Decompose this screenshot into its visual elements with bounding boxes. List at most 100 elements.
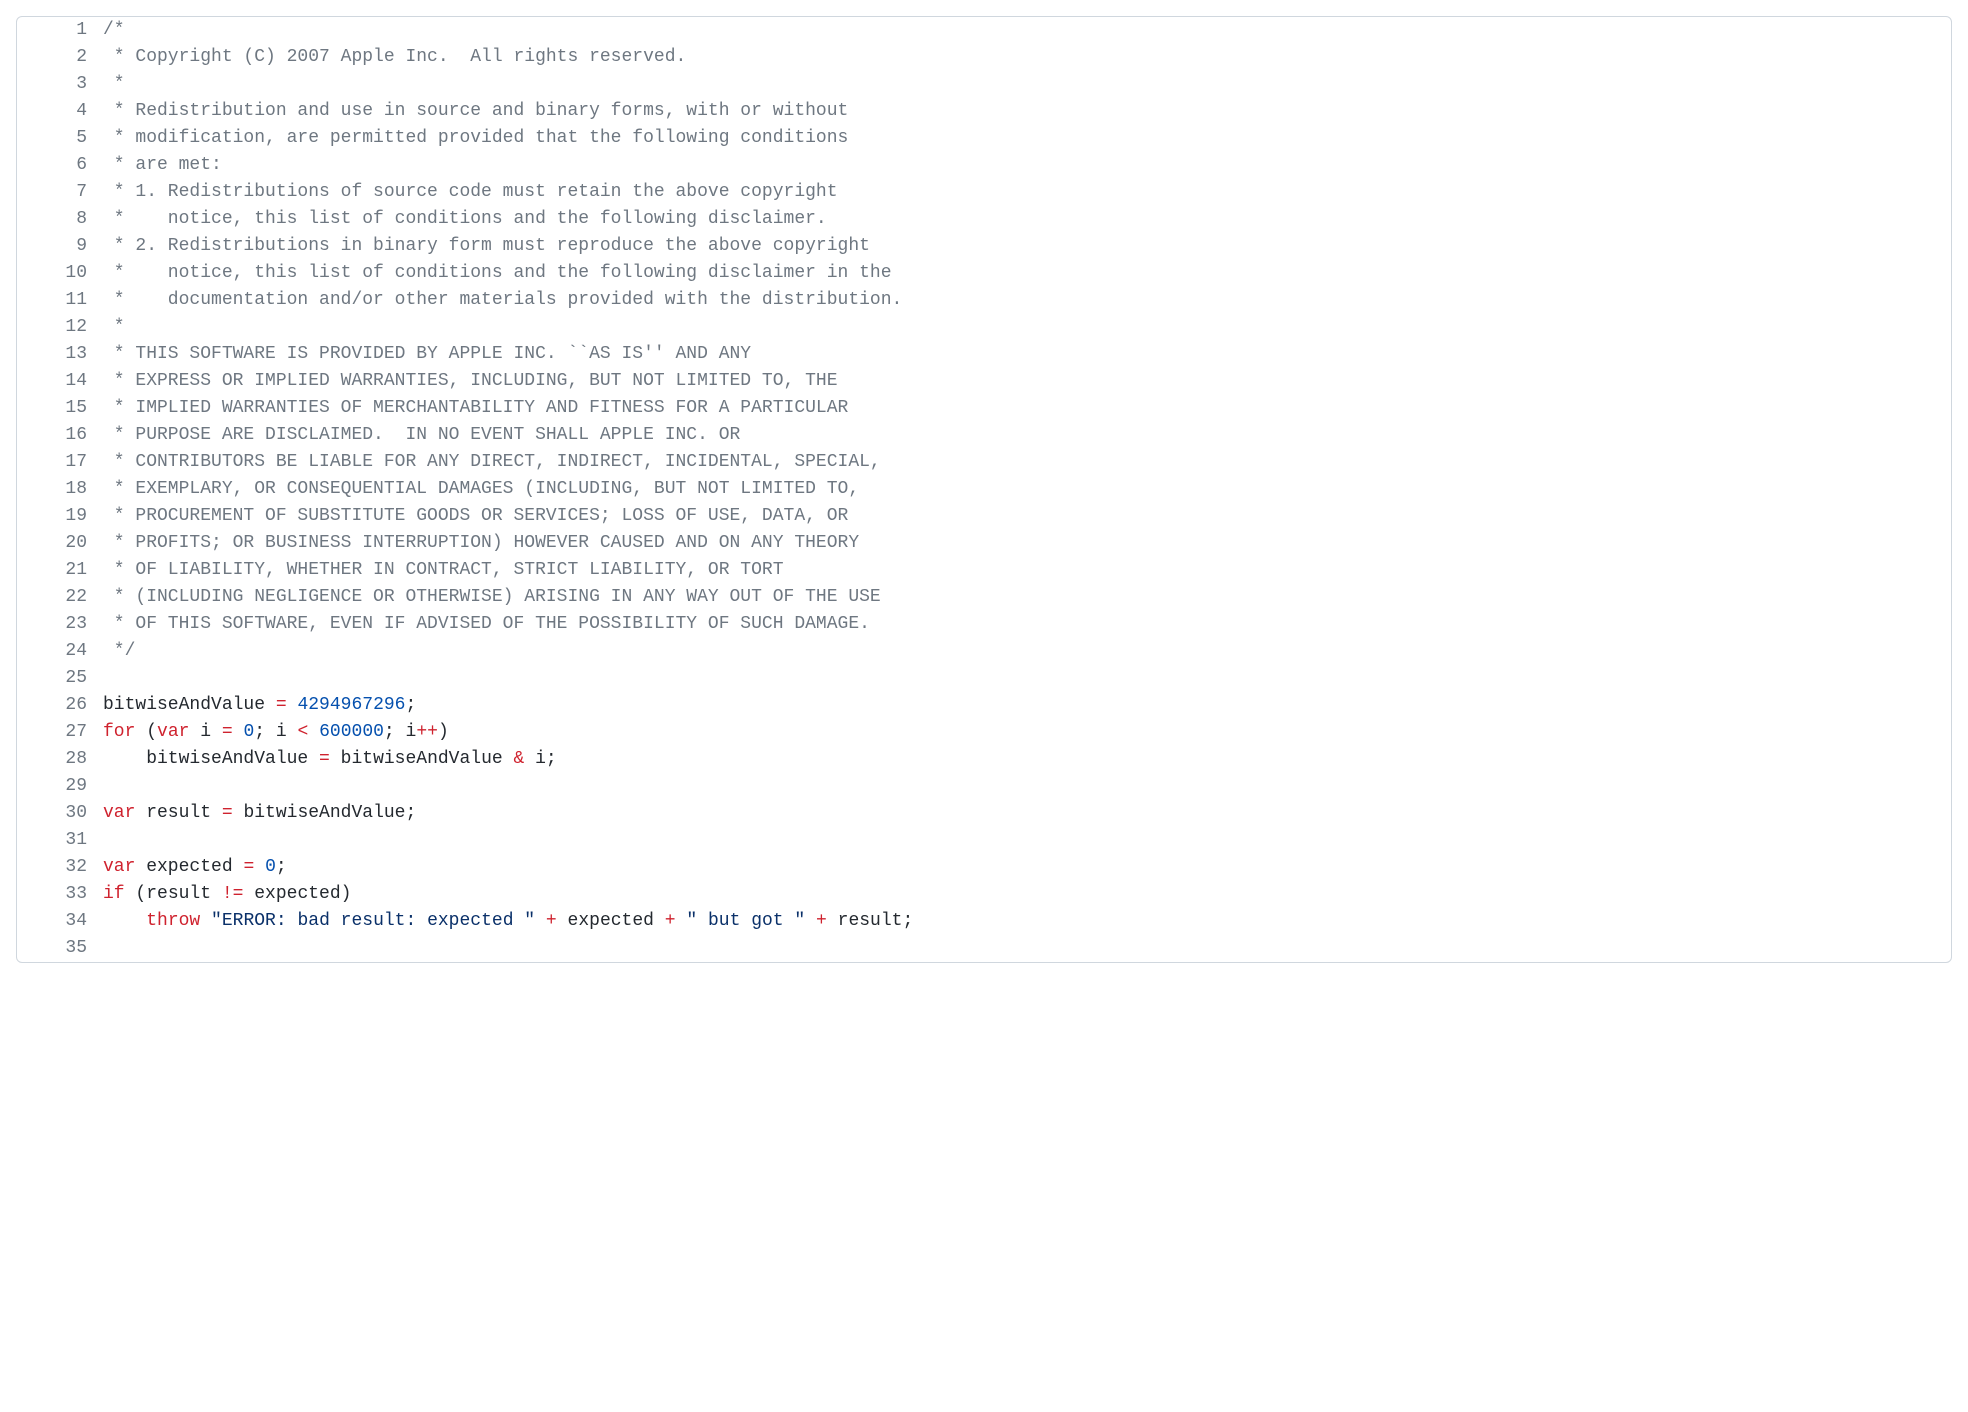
- line-content[interactable]: var expected = 0;: [103, 854, 1951, 881]
- code-line[interactable]: 28 bitwiseAndValue = bitwiseAndValue & i…: [17, 746, 1951, 773]
- code-line[interactable]: 26bitwiseAndValue = 4294967296;: [17, 692, 1951, 719]
- line-number[interactable]: 14: [17, 368, 103, 395]
- line-number[interactable]: 25: [17, 665, 103, 692]
- line-content[interactable]: if (result != expected): [103, 881, 1951, 908]
- line-content[interactable]: * documentation and/or other materials p…: [103, 287, 1951, 314]
- line-number[interactable]: 30: [17, 800, 103, 827]
- code-line[interactable]: 31: [17, 827, 1951, 854]
- code-line[interactable]: 4 * Redistribution and use in source and…: [17, 98, 1951, 125]
- line-number[interactable]: 6: [17, 152, 103, 179]
- line-content[interactable]: * Redistribution and use in source and b…: [103, 98, 1951, 125]
- line-content[interactable]: [103, 665, 1951, 692]
- line-number[interactable]: 28: [17, 746, 103, 773]
- code-line[interactable]: 21 * OF LIABILITY, WHETHER IN CONTRACT, …: [17, 557, 1951, 584]
- line-content[interactable]: * THIS SOFTWARE IS PROVIDED BY APPLE INC…: [103, 341, 1951, 368]
- code-line[interactable]: 24 */: [17, 638, 1951, 665]
- code-line[interactable]: 11 * documentation and/or other material…: [17, 287, 1951, 314]
- line-content[interactable]: * 2. Redistributions in binary form must…: [103, 233, 1951, 260]
- line-content[interactable]: * OF LIABILITY, WHETHER IN CONTRACT, STR…: [103, 557, 1951, 584]
- line-content[interactable]: throw "ERROR: bad result: expected " + e…: [103, 908, 1951, 935]
- line-content[interactable]: * 1. Redistributions of source code must…: [103, 179, 1951, 206]
- line-number[interactable]: 7: [17, 179, 103, 206]
- line-number[interactable]: 17: [17, 449, 103, 476]
- code-line[interactable]: 14 * EXPRESS OR IMPLIED WARRANTIES, INCL…: [17, 368, 1951, 395]
- line-number[interactable]: 33: [17, 881, 103, 908]
- code-line[interactable]: 7 * 1. Redistributions of source code mu…: [17, 179, 1951, 206]
- line-content[interactable]: *: [103, 71, 1951, 98]
- line-number[interactable]: 32: [17, 854, 103, 881]
- code-line[interactable]: 8 * notice, this list of conditions and …: [17, 206, 1951, 233]
- line-number[interactable]: 20: [17, 530, 103, 557]
- line-number[interactable]: 11: [17, 287, 103, 314]
- code-line[interactable]: 32var expected = 0;: [17, 854, 1951, 881]
- code-line[interactable]: 27for (var i = 0; i < 600000; i++): [17, 719, 1951, 746]
- code-line[interactable]: 35: [17, 935, 1951, 962]
- line-content[interactable]: bitwiseAndValue = bitwiseAndValue & i;: [103, 746, 1951, 773]
- line-content[interactable]: * CONTRIBUTORS BE LIABLE FOR ANY DIRECT,…: [103, 449, 1951, 476]
- line-content[interactable]: bitwiseAndValue = 4294967296;: [103, 692, 1951, 719]
- line-number[interactable]: 1: [17, 17, 103, 44]
- line-number[interactable]: 10: [17, 260, 103, 287]
- code-line[interactable]: 1/*: [17, 17, 1951, 44]
- line-content[interactable]: * modification, are permitted provided t…: [103, 125, 1951, 152]
- line-content[interactable]: */: [103, 638, 1951, 665]
- line-content[interactable]: * notice, this list of conditions and th…: [103, 260, 1951, 287]
- code-line[interactable]: 23 * OF THIS SOFTWARE, EVEN IF ADVISED O…: [17, 611, 1951, 638]
- code-line[interactable]: 17 * CONTRIBUTORS BE LIABLE FOR ANY DIRE…: [17, 449, 1951, 476]
- code-line[interactable]: 20 * PROFITS; OR BUSINESS INTERRUPTION) …: [17, 530, 1951, 557]
- line-content[interactable]: for (var i = 0; i < 600000; i++): [103, 719, 1951, 746]
- line-number[interactable]: 4: [17, 98, 103, 125]
- line-number[interactable]: 34: [17, 908, 103, 935]
- line-number[interactable]: 3: [17, 71, 103, 98]
- code-line[interactable]: 33if (result != expected): [17, 881, 1951, 908]
- code-line[interactable]: 10 * notice, this list of conditions and…: [17, 260, 1951, 287]
- line-content[interactable]: * EXPRESS OR IMPLIED WARRANTIES, INCLUDI…: [103, 368, 1951, 395]
- line-number[interactable]: 18: [17, 476, 103, 503]
- code-line[interactable]: 2 * Copyright (C) 2007 Apple Inc. All ri…: [17, 44, 1951, 71]
- code-line[interactable]: 29: [17, 773, 1951, 800]
- line-content[interactable]: * notice, this list of conditions and th…: [103, 206, 1951, 233]
- line-content[interactable]: * (INCLUDING NEGLIGENCE OR OTHERWISE) AR…: [103, 584, 1951, 611]
- code-line[interactable]: 34 throw "ERROR: bad result: expected " …: [17, 908, 1951, 935]
- code-line[interactable]: 6 * are met:: [17, 152, 1951, 179]
- code-line[interactable]: 18 * EXEMPLARY, OR CONSEQUENTIAL DAMAGES…: [17, 476, 1951, 503]
- line-number[interactable]: 22: [17, 584, 103, 611]
- line-number[interactable]: 23: [17, 611, 103, 638]
- line-content[interactable]: * PROCUREMENT OF SUBSTITUTE GOODS OR SER…: [103, 503, 1951, 530]
- line-number[interactable]: 31: [17, 827, 103, 854]
- code-line[interactable]: 25: [17, 665, 1951, 692]
- code-line[interactable]: 13 * THIS SOFTWARE IS PROVIDED BY APPLE …: [17, 341, 1951, 368]
- line-content[interactable]: *: [103, 314, 1951, 341]
- code-line[interactable]: 19 * PROCUREMENT OF SUBSTITUTE GOODS OR …: [17, 503, 1951, 530]
- line-content[interactable]: * PROFITS; OR BUSINESS INTERRUPTION) HOW…: [103, 530, 1951, 557]
- line-number[interactable]: 8: [17, 206, 103, 233]
- line-number[interactable]: 13: [17, 341, 103, 368]
- line-content[interactable]: * OF THIS SOFTWARE, EVEN IF ADVISED OF T…: [103, 611, 1951, 638]
- line-content[interactable]: [103, 827, 1951, 854]
- code-line[interactable]: 12 *: [17, 314, 1951, 341]
- line-number[interactable]: 9: [17, 233, 103, 260]
- code-line[interactable]: 9 * 2. Redistributions in binary form mu…: [17, 233, 1951, 260]
- code-line[interactable]: 16 * PURPOSE ARE DISCLAIMED. IN NO EVENT…: [17, 422, 1951, 449]
- line-number[interactable]: 27: [17, 719, 103, 746]
- line-content[interactable]: var result = bitwiseAndValue;: [103, 800, 1951, 827]
- code-line[interactable]: 30var result = bitwiseAndValue;: [17, 800, 1951, 827]
- line-number[interactable]: 19: [17, 503, 103, 530]
- line-content[interactable]: * PURPOSE ARE DISCLAIMED. IN NO EVENT SH…: [103, 422, 1951, 449]
- line-number[interactable]: 15: [17, 395, 103, 422]
- line-content[interactable]: * Copyright (C) 2007 Apple Inc. All righ…: [103, 44, 1951, 71]
- line-content[interactable]: * IMPLIED WARRANTIES OF MERCHANTABILITY …: [103, 395, 1951, 422]
- code-line[interactable]: 5 * modification, are permitted provided…: [17, 125, 1951, 152]
- code-line[interactable]: 15 * IMPLIED WARRANTIES OF MERCHANTABILI…: [17, 395, 1951, 422]
- line-number[interactable]: 24: [17, 638, 103, 665]
- line-number[interactable]: 26: [17, 692, 103, 719]
- line-number[interactable]: 12: [17, 314, 103, 341]
- line-content[interactable]: /*: [103, 17, 1951, 44]
- line-number[interactable]: 16: [17, 422, 103, 449]
- line-number[interactable]: 5: [17, 125, 103, 152]
- line-number[interactable]: 2: [17, 44, 103, 71]
- code-line[interactable]: 3 *: [17, 71, 1951, 98]
- code-line[interactable]: 22 * (INCLUDING NEGLIGENCE OR OTHERWISE)…: [17, 584, 1951, 611]
- line-content[interactable]: * EXEMPLARY, OR CONSEQUENTIAL DAMAGES (I…: [103, 476, 1951, 503]
- line-content[interactable]: [103, 773, 1951, 800]
